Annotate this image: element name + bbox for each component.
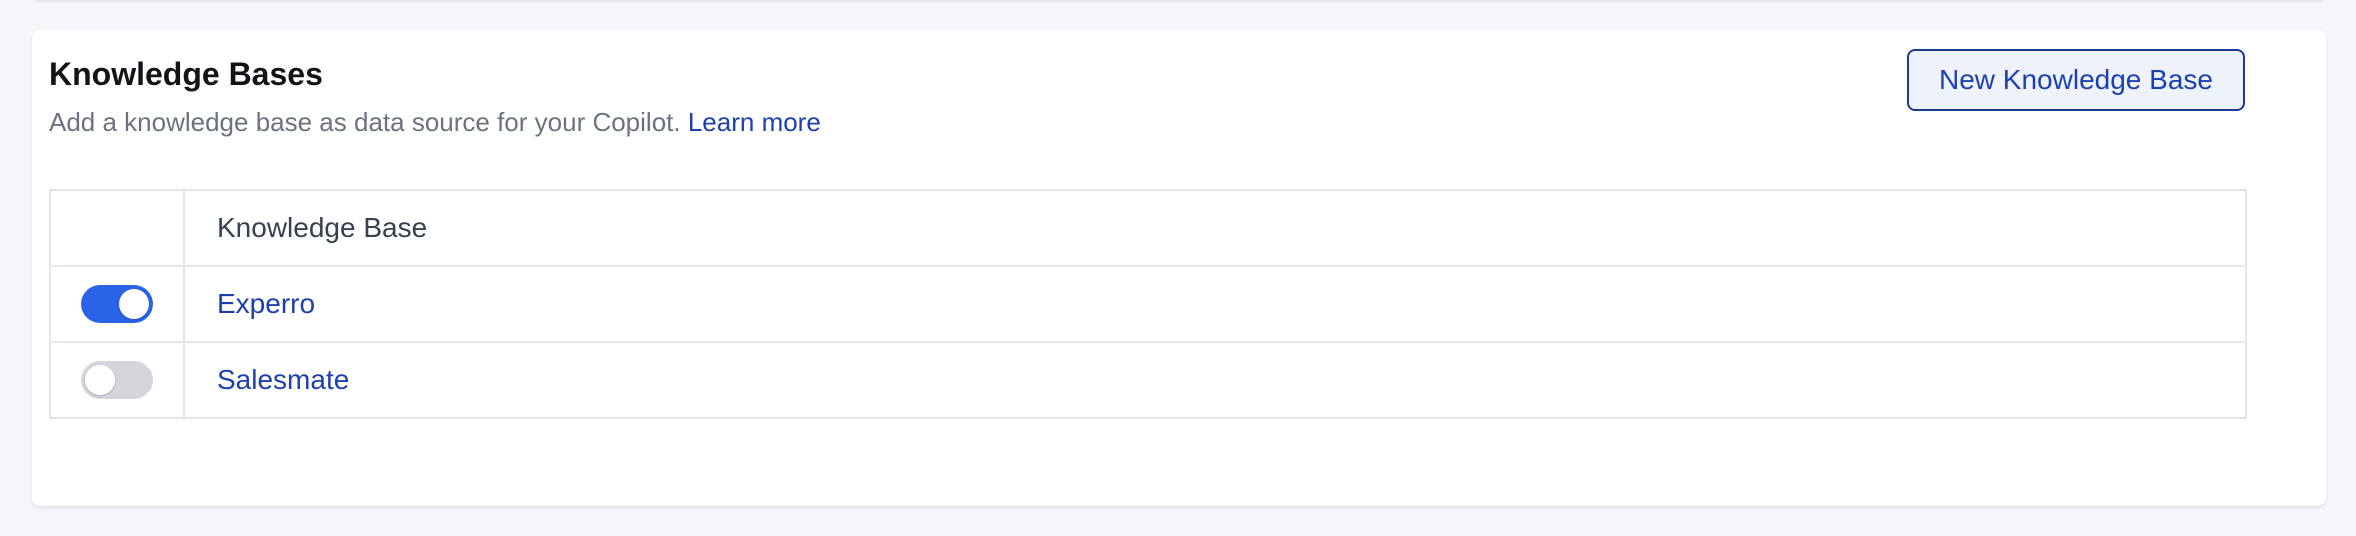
new-knowledge-base-button[interactable]: New Knowledge Base [1907, 49, 2245, 111]
knowledge-base-name-cell: Salesmate [183, 341, 2247, 419]
enable-toggle-salesmate[interactable] [81, 361, 153, 399]
description-text: Add a knowledge base as data source for … [49, 107, 681, 137]
toggle-knob [85, 365, 115, 395]
toggle-column-header [49, 189, 185, 267]
toggle-knob [119, 289, 149, 319]
knowledge-base-link-experro[interactable]: Experro [217, 288, 315, 319]
toggle-cell [49, 341, 185, 419]
section-title: Knowledge Bases [49, 56, 323, 92]
knowledge-base-name-cell: Experro [183, 265, 2247, 343]
learn-more-link[interactable]: Learn more [688, 107, 821, 137]
toggle-cell [49, 265, 185, 343]
knowledge-base-column-header: Knowledge Base [183, 189, 2247, 267]
section-description: Add a knowledge base as data source for … [49, 105, 821, 139]
table-row: Salesmate [49, 341, 2247, 419]
enable-toggle-experro[interactable] [81, 285, 153, 323]
table-header-row: Knowledge Base [49, 189, 2247, 267]
knowledge-base-table: Knowledge Base Experro Salesmate [49, 189, 2247, 419]
table-row: Experro [49, 265, 2247, 343]
knowledge-base-link-salesmate[interactable]: Salesmate [217, 364, 349, 395]
